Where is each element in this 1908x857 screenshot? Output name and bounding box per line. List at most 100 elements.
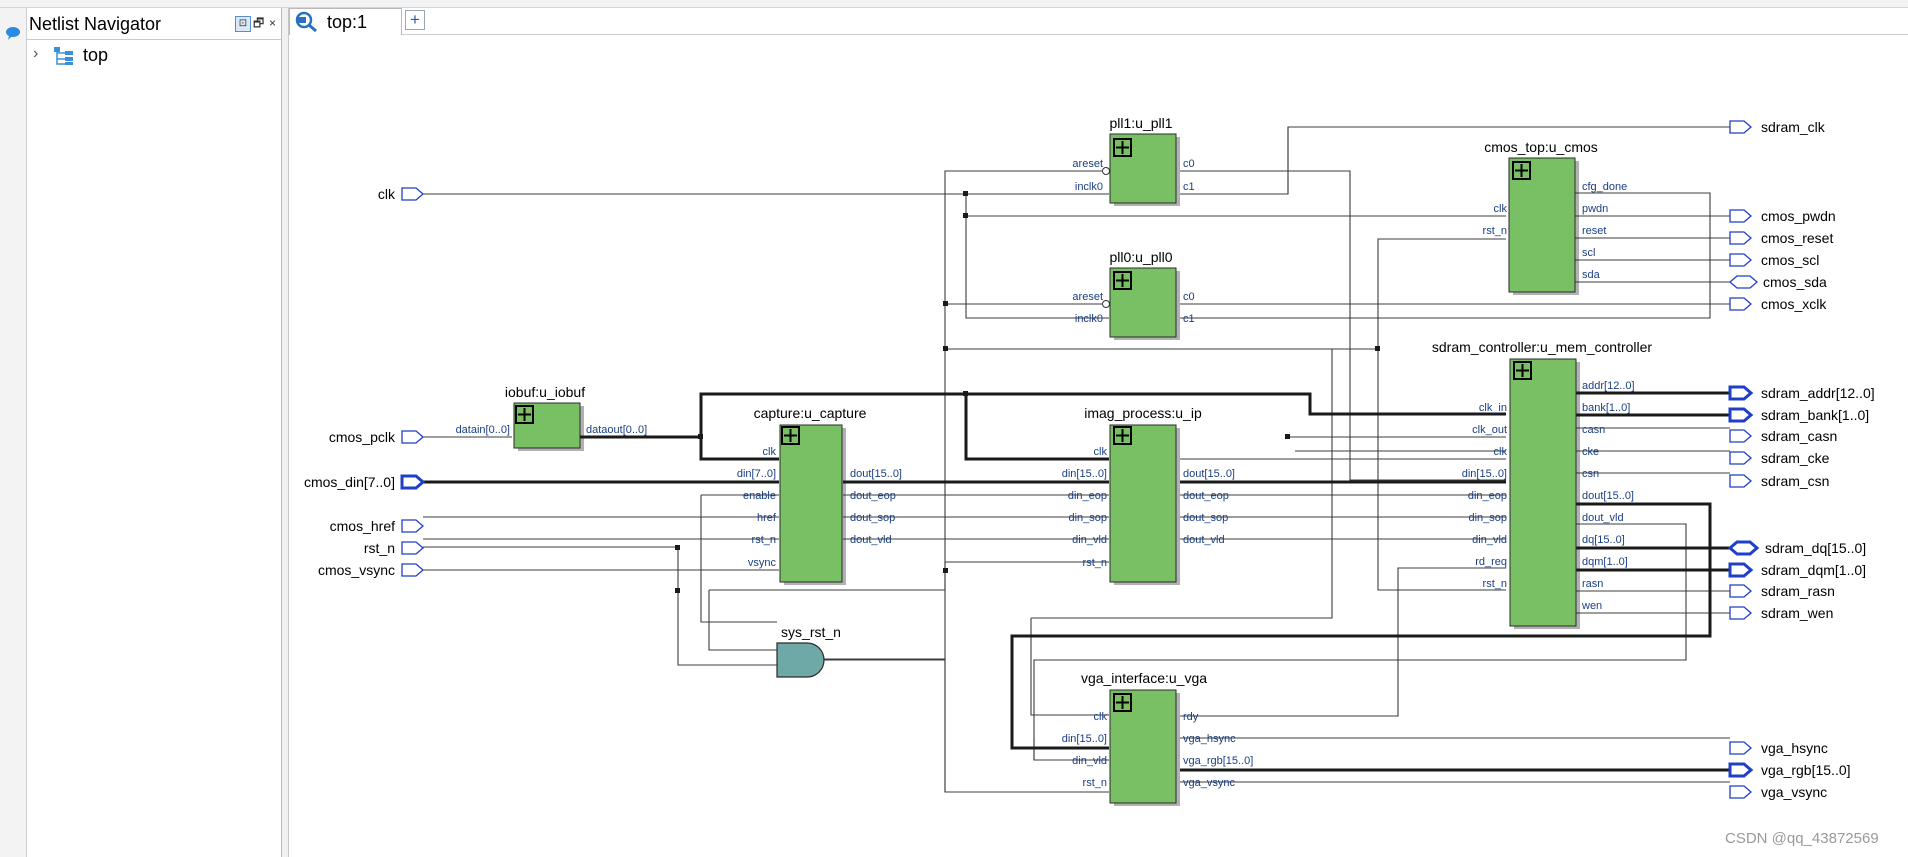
block-title: iobuf:u_iobuf: [505, 384, 585, 400]
pin-label: enable: [743, 490, 776, 502]
port-vga-rgb[interactable]: vga_rgb[15..0]: [1728, 762, 1851, 778]
port-cmos-reset[interactable]: cmos_reset: [1729, 230, 1833, 246]
float-window-icon[interactable]: 🗗: [253, 16, 264, 30]
navigator-header: Netlist Navigator ⊡ 🗗 ×: [27, 8, 281, 40]
port-sdram-dq[interactable]: sdram_dq[15..0]: [1727, 540, 1866, 556]
port-label: sdram_wen: [1761, 605, 1833, 621]
pin-label: clk: [1094, 711, 1108, 723]
block-title: imag_process:u_ip: [1084, 405, 1202, 421]
port-clk[interactable]: clk: [378, 186, 424, 202]
port-sdram-bank[interactable]: sdram_bank[1..0]: [1728, 407, 1869, 423]
pin-label: dout_eop: [1183, 490, 1229, 502]
panel-splitter[interactable]: [282, 8, 289, 857]
tab-top-1[interactable]: top:1: [289, 8, 402, 35]
block-iobuf[interactable]: iobuf:u_iobuf datain[0..0] dataout[0..0]: [456, 384, 648, 451]
pin-label: din_vld: [1472, 534, 1507, 546]
port-label: cmos_pclk: [329, 429, 396, 445]
pin-label: din_sop: [1068, 512, 1107, 524]
block-title: sdram_controller:u_mem_controller: [1432, 339, 1653, 355]
pin-label: rdy: [1183, 711, 1199, 723]
port-label: sdram_cke: [1761, 450, 1830, 466]
port-cmos-pwdn[interactable]: cmos_pwdn: [1729, 208, 1836, 224]
chevron-right-icon[interactable]: ›: [33, 45, 38, 63]
pin-label: pwdn: [1582, 203, 1608, 215]
pin-label: rasn: [1582, 578, 1603, 590]
port-label: sdram_csn: [1761, 473, 1829, 489]
port-sdram-csn[interactable]: sdram_csn: [1729, 473, 1829, 489]
port-label: vga_rgb[15..0]: [1761, 762, 1851, 778]
pin-label: rd_req: [1475, 556, 1507, 568]
block-cmos-top[interactable]: cmos_top:u_cmos clk rst_n cfg_done pwdn …: [1483, 139, 1628, 295]
port-cmos-scl[interactable]: cmos_scl: [1729, 252, 1819, 268]
port-cmos-xclk[interactable]: cmos_xclk: [1729, 296, 1827, 312]
pin-label: din_vld: [1072, 755, 1107, 767]
port-label: sdram_rasn: [1761, 583, 1835, 599]
pin-label: c1: [1183, 181, 1195, 193]
block-capture[interactable]: capture:u_capture clk din[7..0] enable h…: [737, 405, 902, 585]
pin-label: clk_in: [1479, 402, 1507, 414]
block-pll1[interactable]: pll1:u_pll1 areset inclk0 c0 c1: [1072, 115, 1195, 206]
pin-label: din[15..0]: [1462, 468, 1507, 480]
pin-icon[interactable]: ⊡: [235, 16, 251, 32]
pin-label: din_eop: [1468, 490, 1507, 502]
pin-label: addr[12..0]: [1582, 380, 1635, 392]
pin-label: bank[1..0]: [1582, 402, 1630, 414]
port-vga-hsync[interactable]: vga_hsync: [1729, 740, 1828, 756]
port-sdram-dqm[interactable]: sdram_dqm[1..0]: [1728, 562, 1866, 578]
port-vga-vsync[interactable]: vga_vsync: [1729, 784, 1827, 800]
pin-label: cfg_done: [1582, 181, 1627, 193]
pin-label: vsync: [748, 557, 777, 569]
port-label: sdram_bank[1..0]: [1761, 407, 1869, 423]
port-cmos-vsync[interactable]: cmos_vsync: [318, 562, 424, 578]
tree-item-top[interactable]: › top: [29, 44, 169, 66]
port-cmos-sda[interactable]: cmos_sda: [1729, 274, 1827, 290]
watermark: CSDN @qq_43872569: [1725, 830, 1879, 847]
pin-label: din_eop: [1068, 490, 1107, 502]
pin-label: vga_rgb[15..0]: [1183, 755, 1253, 767]
pin-label: cke: [1582, 446, 1599, 458]
pin-label: rst_n: [1483, 225, 1507, 237]
port-cmos-pclk[interactable]: cmos_pclk: [329, 429, 424, 445]
block-sdram-controller[interactable]: sdram_controller:u_mem_controller clk_in…: [1432, 339, 1653, 629]
block-title: vga_interface:u_vga: [1081, 670, 1207, 686]
block-imag-process[interactable]: imag_process:u_ip clk din[15..0] din_eop…: [1062, 405, 1235, 585]
close-icon[interactable]: ×: [269, 16, 276, 30]
tab-label: top:1: [327, 12, 368, 32]
schematic-canvas[interactable]: clk cmos_pclk cmos_din[7..0] cmos_href r…: [289, 35, 1908, 857]
block-title: pll0:u_pll0: [1109, 249, 1172, 265]
pin-label: vga_hsync: [1183, 733, 1236, 745]
gate-sys-rst-n[interactable]: sys_rst_n: [776, 624, 945, 678]
block-vga-interface[interactable]: vga_interface:u_vga clk din[15..0] din_v…: [1062, 670, 1254, 806]
pin-label: clk_out: [1472, 424, 1507, 436]
chat-bubble-icon[interactable]: [5, 26, 21, 45]
port-label: cmos_href: [330, 518, 395, 534]
tree-item-label: top: [83, 45, 109, 65]
port-rst-n[interactable]: rst_n: [364, 540, 424, 556]
pin-label: dout_vld: [850, 534, 892, 546]
port-label: clk: [378, 186, 396, 202]
pin-label: rst_n: [1083, 557, 1107, 569]
add-tab-button[interactable]: +: [405, 10, 425, 30]
port-sdram-clk[interactable]: sdram_clk: [1729, 119, 1826, 135]
port-label: sdram_clk: [1761, 119, 1826, 135]
port-sdram-addr[interactable]: sdram_addr[12..0]: [1728, 385, 1875, 401]
pin-label: rst_n: [1483, 578, 1507, 590]
pin-label: dout_eop: [850, 490, 896, 502]
port-cmos-din[interactable]: cmos_din[7..0]: [304, 474, 426, 490]
pin-label: dq[15..0]: [1582, 534, 1625, 546]
port-sdram-casn[interactable]: sdram_casn: [1729, 428, 1837, 444]
port-label: cmos_vsync: [318, 562, 395, 578]
pin-label: c0: [1183, 291, 1195, 303]
port-label: sdram_addr[12..0]: [1761, 385, 1875, 401]
port-sdram-wen[interactable]: sdram_wen: [1729, 605, 1833, 621]
pin-label: dout[15..0]: [850, 468, 902, 480]
port-sdram-rasn[interactable]: sdram_rasn: [1729, 583, 1835, 599]
port-sdram-cke[interactable]: sdram_cke: [1729, 450, 1830, 466]
block-title: pll1:u_pll1: [1109, 115, 1172, 131]
block-pll0[interactable]: pll0:u_pll0 areset inclk0 c0 c1: [1072, 249, 1195, 340]
pin-label: csn: [1582, 468, 1599, 480]
port-cmos-href[interactable]: cmos_href: [330, 518, 424, 534]
window-top-strip: [0, 0, 1908, 8]
pin-label: areset: [1072, 291, 1103, 303]
port-label: vga_vsync: [1761, 784, 1827, 800]
